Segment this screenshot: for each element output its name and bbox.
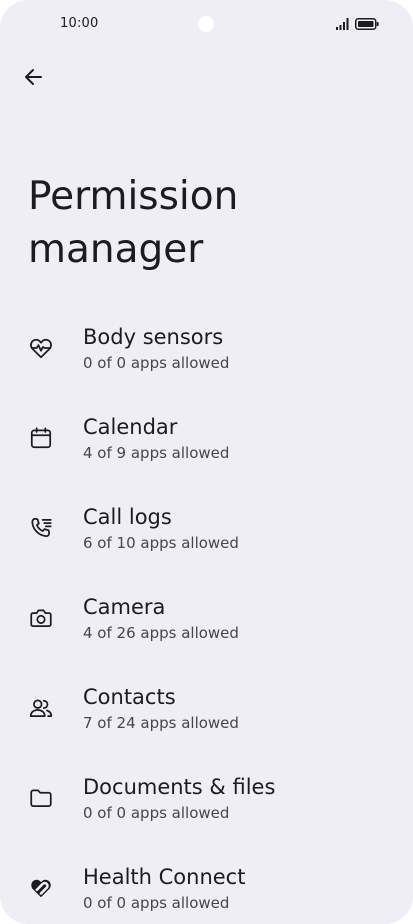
arrow-left-icon bbox=[23, 67, 43, 87]
camera-icon bbox=[27, 604, 55, 632]
permission-summary: 7 of 24 apps allowed bbox=[83, 714, 239, 732]
screen: 10:00 Permission manager Body sensors 0 … bbox=[0, 0, 413, 924]
signal-icon bbox=[336, 18, 350, 30]
call-log-icon bbox=[27, 514, 55, 542]
permission-title: Calendar bbox=[83, 415, 178, 439]
permission-title: Camera bbox=[83, 595, 166, 619]
permission-item-contacts[interactable]: Contacts 7 of 24 apps allowed bbox=[0, 666, 413, 756]
status-icons bbox=[336, 17, 379, 31]
permission-summary: 4 of 9 apps allowed bbox=[83, 444, 230, 462]
permission-title: Call logs bbox=[83, 505, 172, 529]
permission-title: Documents & files bbox=[83, 775, 276, 799]
permission-title: Body sensors bbox=[83, 325, 224, 349]
heart-pulse-icon bbox=[27, 334, 55, 362]
permission-summary: 4 of 26 apps allowed bbox=[83, 624, 239, 642]
camera-cutout bbox=[198, 16, 214, 32]
health-connect-icon bbox=[27, 874, 55, 902]
permission-item-call-logs[interactable]: Call logs 6 of 10 apps allowed bbox=[0, 486, 413, 576]
folder-icon bbox=[27, 784, 55, 812]
page-title: Permission manager bbox=[28, 174, 239, 272]
permission-summary: 6 of 10 apps allowed bbox=[83, 534, 239, 552]
battery-icon bbox=[355, 18, 379, 30]
permission-item-camera[interactable]: Camera 4 of 26 apps allowed bbox=[0, 576, 413, 666]
permission-item-documents-files[interactable]: Documents & files 0 of 0 apps allowed bbox=[0, 756, 413, 846]
status-time: 10:00 bbox=[60, 16, 99, 31]
calendar-icon bbox=[27, 424, 55, 452]
permission-title: Contacts bbox=[83, 685, 176, 709]
permission-item-body-sensors[interactable]: Body sensors 0 of 0 apps allowed bbox=[0, 306, 413, 396]
permission-summary: 0 of 0 apps allowed bbox=[83, 354, 230, 372]
status-bar: 10:00 bbox=[0, 0, 413, 50]
permission-summary: 0 of 0 apps allowed bbox=[83, 804, 230, 822]
contacts-icon bbox=[27, 694, 55, 722]
permission-item-calendar[interactable]: Calendar 4 of 9 apps allowed bbox=[0, 396, 413, 486]
permission-title: Health Connect bbox=[83, 865, 246, 889]
back-button[interactable] bbox=[14, 58, 52, 96]
permission-list: Body sensors 0 of 0 apps allowed Calenda… bbox=[0, 306, 413, 924]
permission-summary: 0 of 0 apps allowed bbox=[83, 894, 230, 912]
permission-item-health-connect[interactable]: Health Connect 0 of 0 apps allowed bbox=[0, 846, 413, 924]
